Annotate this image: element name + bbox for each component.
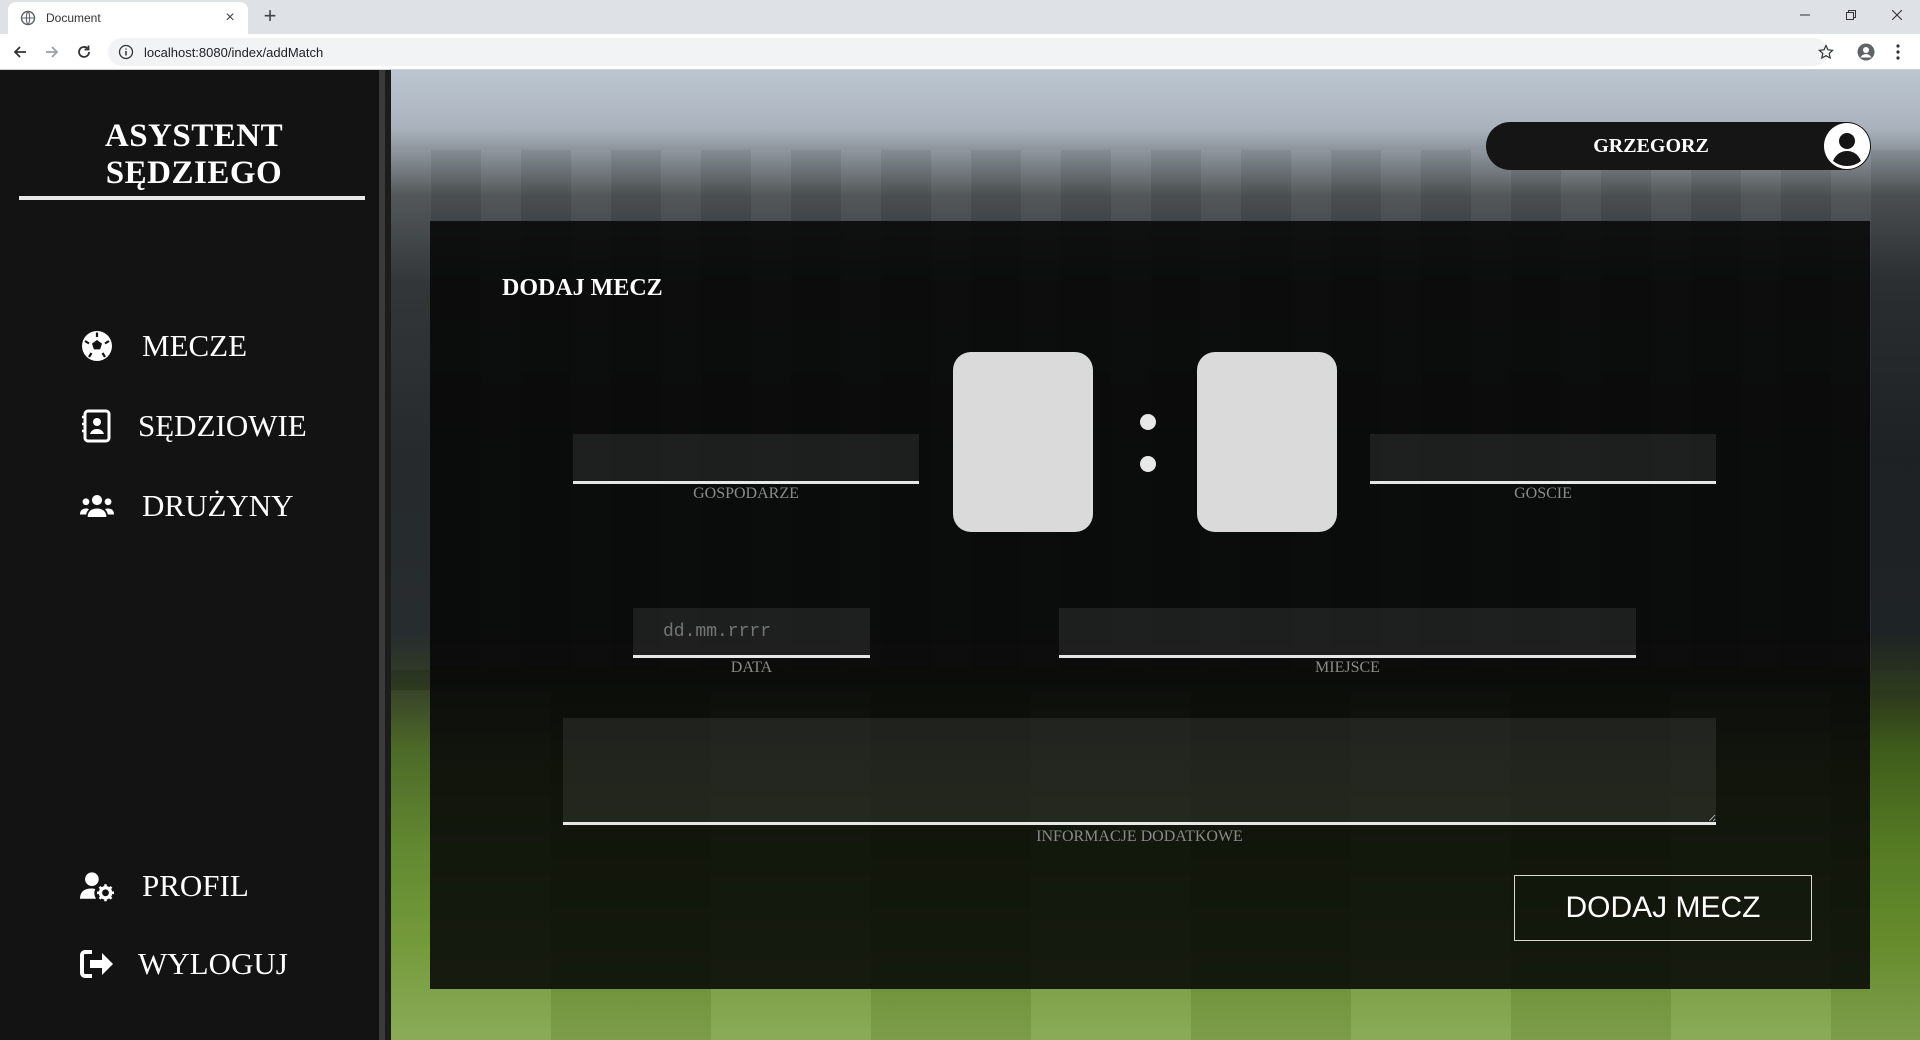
contact-card-icon: [80, 409, 114, 443]
additional-info-textarea[interactable]: [563, 718, 1716, 825]
home-team-input[interactable]: [573, 434, 919, 484]
app-brand: ASYSTENT SĘDZIEGO: [104, 118, 284, 191]
main-content: GRZEGORZ DODAJ MECZ GOSPODARZE GOSCIE DA…: [391, 70, 1920, 1040]
bookmark-star-icon[interactable]: [1816, 42, 1836, 62]
close-window-icon[interactable]: [1874, 0, 1920, 30]
away-team-input[interactable]: [1370, 434, 1716, 484]
add-match-button[interactable]: DODAJ MECZ: [1514, 875, 1812, 941]
sidebar-item-profil[interactable]: PROFIL: [80, 868, 249, 904]
url-text: localhost:8080/index/addMatch: [144, 44, 324, 60]
form-title: DODAJ MECZ: [502, 275, 663, 301]
home-team-label: GOSPODARZE: [693, 485, 799, 502]
globe-icon: [20, 10, 36, 26]
sidebar-item-label: DRUŻYNY: [142, 488, 294, 523]
user-menu[interactable]: GRZEGORZ: [1486, 122, 1871, 170]
app: ASYSTENT SĘDZIEGO MECZE SĘDZIOWIE DRUŻYN…: [0, 70, 1920, 1040]
away-score-input[interactable]: [1197, 352, 1337, 532]
users-group-icon: [80, 489, 114, 523]
sidebar-item-label: PROFIL: [142, 868, 249, 903]
close-tab-icon[interactable]: ×: [222, 10, 238, 26]
sidebar-item-label: SĘDZIOWIE: [138, 408, 307, 443]
away-team-label: GOSCIE: [1514, 485, 1572, 502]
more-menu-icon[interactable]: [1888, 42, 1908, 62]
address-bar[interactable]: localhost:8080/index/addMatch: [108, 38, 1828, 66]
add-match-panel: DODAJ MECZ GOSPODARZE GOSCIE DATA MIEJSC…: [430, 221, 1870, 989]
sidebar: ASYSTENT SĘDZIEGO MECZE SĘDZIOWIE DRUŻYN…: [0, 70, 385, 1040]
sidebar-item-label: WYLOGUJ: [138, 946, 288, 981]
date-input[interactable]: [633, 608, 870, 658]
back-arrow-icon[interactable]: [10, 42, 30, 62]
minimize-window-icon[interactable]: [1782, 0, 1828, 30]
tab-title: Document: [46, 11, 101, 25]
info-icon: [118, 44, 134, 60]
home-score-input[interactable]: [953, 352, 1093, 532]
sidebar-item-druzyny[interactable]: DRUŻYNY: [80, 488, 294, 524]
date-label: DATA: [730, 659, 773, 676]
brand-divider: [19, 196, 365, 200]
new-tab-button[interactable]: +: [258, 4, 282, 28]
user-circle-icon: [1824, 123, 1870, 169]
place-input[interactable]: [1059, 608, 1636, 658]
sidebar-item-sedziowie[interactable]: SĘDZIOWIE: [80, 408, 307, 444]
restore-window-icon[interactable]: [1828, 0, 1874, 30]
score-separator-dot: [1140, 456, 1156, 472]
place-label: MIEJSCE: [1315, 659, 1380, 676]
additional-info-label: INFORMACJE DODATKOWE: [1036, 828, 1243, 845]
browser-toolbar: localhost:8080/index/addMatch: [0, 34, 1920, 70]
sidebar-item-label: MECZE: [142, 328, 248, 363]
browser-tab-bar: Document × +: [0, 0, 1920, 34]
soccer-ball-icon: [80, 329, 114, 363]
browser-tab[interactable]: Document ×: [8, 2, 248, 34]
sidebar-item-mecze[interactable]: MECZE: [80, 328, 247, 364]
user-settings-icon: [80, 869, 114, 903]
profile-icon[interactable]: [1856, 42, 1876, 62]
reload-icon[interactable]: [74, 42, 94, 62]
sign-out-icon: [80, 947, 114, 981]
score-separator-dot: [1140, 414, 1156, 430]
user-name: GRZEGORZ: [1593, 135, 1709, 157]
sidebar-item-wyloguj[interactable]: WYLOGUJ: [80, 946, 288, 982]
forward-arrow-icon[interactable]: [42, 42, 62, 62]
